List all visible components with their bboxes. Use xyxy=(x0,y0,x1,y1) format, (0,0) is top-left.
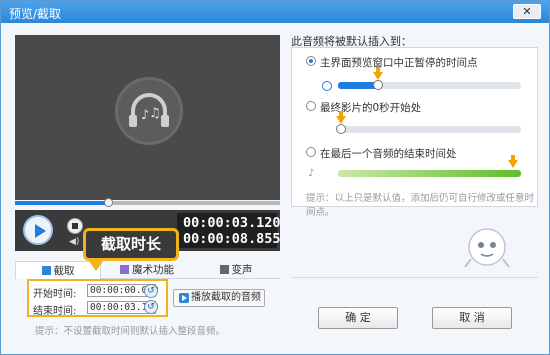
tab-magic[interactable]: 魔术功能 xyxy=(103,261,191,279)
headphones-music-icon: ♪ ♫ xyxy=(129,93,169,127)
tab-label: 魔术功能 xyxy=(132,264,174,276)
zero-second-slider[interactable] xyxy=(336,111,521,134)
slider-handle[interactable] xyxy=(336,124,346,134)
window-title: 预览/截取 xyxy=(9,7,62,21)
slider-handle[interactable] xyxy=(373,80,384,90)
total-time: 00:00:08.855 xyxy=(183,231,281,247)
cut-hint: 提示：不设置截取时间则默认插入整段音频。 xyxy=(35,326,226,337)
pause-icon xyxy=(322,81,332,91)
tab-label: 变声 xyxy=(231,264,253,276)
current-time: 00:00:03.120 xyxy=(183,215,281,231)
cancel-button[interactable]: 取 消 xyxy=(432,307,512,329)
cut-icon xyxy=(41,266,51,275)
time-display: 00:00:03.120 00:00:08.855 xyxy=(177,213,281,248)
tab-label: 截取 xyxy=(53,265,75,277)
preview-cut-dialog: 预览/截取 ✕ ♪ ♫ ︿ ◀) 00:00:03.120 00:00:08.8… xyxy=(0,0,550,355)
slider-fill xyxy=(338,82,379,89)
voice-icon xyxy=(219,265,229,274)
tab-bar: 截取 魔术功能 变声 xyxy=(15,261,280,279)
position-marker-icon xyxy=(373,67,384,80)
end-time-label: 结束时间: xyxy=(33,306,77,317)
divider xyxy=(291,277,538,278)
start-time-reset-icon[interactable]: ↺ xyxy=(144,284,158,298)
progress-handle[interactable] xyxy=(103,198,113,207)
close-button[interactable]: ✕ xyxy=(513,4,541,19)
play-cut-audio-button[interactable]: 播放截取的音频 xyxy=(173,289,265,307)
svg-text:♫: ♫ xyxy=(149,106,161,121)
ok-button[interactable]: 确 定 xyxy=(318,307,398,329)
last-audio-end-slider[interactable] xyxy=(338,155,521,177)
tab-voice[interactable]: 变声 xyxy=(193,261,279,279)
mascot-illustration xyxy=(464,228,510,268)
music-note-icon: ♪ xyxy=(308,168,315,179)
option-last-audio-end-radio[interactable] xyxy=(306,147,316,157)
stop-button[interactable] xyxy=(67,218,83,234)
paused-point-slider[interactable] xyxy=(338,67,521,90)
option-last-audio-end-label: 在最后一个音频的结束时间处 xyxy=(320,148,457,160)
position-marker-icon xyxy=(336,111,346,124)
option-paused-point-label: 主界面预览窗口中正暂停的时间点 xyxy=(320,57,478,69)
insert-hint: 提示：以上只是默认值，添加后仍可自行修改或任意时间点。 xyxy=(306,193,535,218)
option-paused-point-radio[interactable] xyxy=(306,56,316,66)
callout-pointer xyxy=(89,261,103,271)
magic-icon xyxy=(120,265,129,274)
preview-area: ♪ ♫ xyxy=(15,35,280,200)
option-zero-second-radio[interactable] xyxy=(306,101,316,111)
option-zero-second-label: 最终影片的0秒开始处 xyxy=(320,102,422,114)
end-time-reset-icon[interactable]: ↺ xyxy=(144,300,158,314)
progress-fill xyxy=(15,201,108,205)
insert-options-group: 主界面预览窗口中正暂停的时间点 最终影片的0秒开始处 在最后一个音频的结束时间处… xyxy=(291,47,538,218)
play-button[interactable] xyxy=(23,215,53,245)
start-time-label: 开始时间: xyxy=(33,289,77,300)
callout-label: 截取时长 xyxy=(83,228,179,261)
volume-icon[interactable]: ◀) xyxy=(69,237,79,247)
title-bar: 预览/截取 ✕ xyxy=(1,1,549,23)
position-marker-icon xyxy=(507,155,518,168)
